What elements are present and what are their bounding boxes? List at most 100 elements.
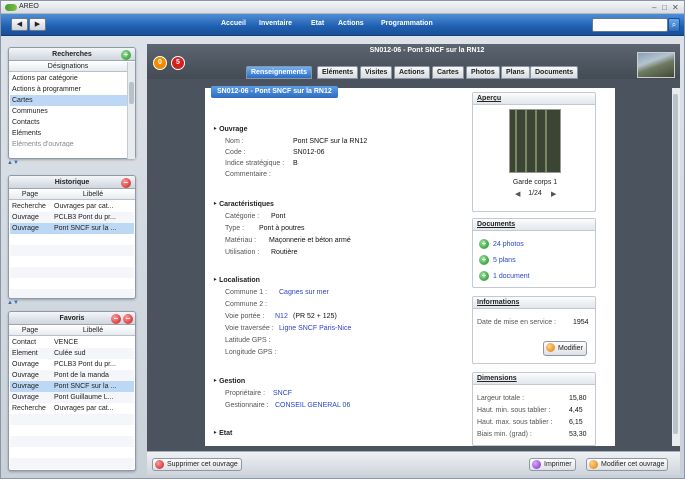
tab-visites[interactable]: Visites <box>360 66 393 79</box>
proprietaire-link[interactable]: SNCF <box>273 390 292 397</box>
app-title: AREO <box>19 3 39 10</box>
remove-icon[interactable]: − <box>111 314 121 324</box>
delete-ouvrage-button[interactable]: Supprimer cet ouvrage <box>152 458 242 471</box>
voie-traversee-label: Voie traversée : <box>225 325 274 332</box>
minimize-icon[interactable]: – <box>652 3 656 12</box>
list-item[interactable]: Communes <box>10 106 128 117</box>
collapse-arrow-icon[interactable]: ▲▼ <box>7 160 19 166</box>
commune1-link[interactable]: Cagnes sur mer <box>279 289 329 296</box>
table-row[interactable]: Contact VENCE <box>10 337 134 348</box>
tab-plans[interactable]: Plans <box>501 66 530 79</box>
voie-traversee-link[interactable]: Ligne SNCF Paris-Nice <box>279 325 351 332</box>
remove-all-icon[interactable]: − <box>123 314 133 324</box>
badge-orange[interactable]: 0 <box>153 56 167 70</box>
historique-panel: Historique − Page Libellé Recherche Ouvra… <box>8 175 136 299</box>
gestionnaire-link[interactable]: CONSEIL GENERAL 06 <box>275 402 350 409</box>
column-header-page[interactable]: Page <box>9 190 51 200</box>
record-view: 0 5 SN012-06 - Pont SNCF sur la RN12 Ren… <box>147 44 680 475</box>
tab-elements[interactable]: Eléments <box>317 66 359 79</box>
tab-documents[interactable]: Documents <box>530 66 579 79</box>
column-header-designations[interactable]: Désignations <box>9 62 127 72</box>
add-icon[interactable]: + <box>121 50 131 60</box>
apercu-box: Aperçu Garde corps 1 ◀ 1/24 ▶ <box>472 92 596 212</box>
table-row[interactable]: Element Culée sud <box>10 348 134 359</box>
nav-inventaire[interactable]: Inventaire <box>259 20 292 27</box>
list-item[interactable]: Actions à programmer <box>10 84 128 95</box>
table-row[interactable]: Ouvrage Pont Guillaume L... <box>10 392 134 403</box>
photos-link[interactable]: 24 photos <box>493 241 524 248</box>
table-row[interactable]: Recherche Ouvrages par cat... <box>10 201 134 212</box>
informations-heading: Informations <box>473 297 595 309</box>
back-button[interactable]: ◀ <box>11 18 28 31</box>
empty-rows <box>10 414 134 470</box>
informations-box: Informations Date de mise en service : 1… <box>472 296 596 364</box>
nav-programmation[interactable]: Programmation <box>381 20 433 27</box>
historique-title: Historique <box>9 176 135 189</box>
indice-value: B <box>293 160 298 167</box>
table-row[interactable]: Ouvrage PCLB3 Pont du pr... <box>10 359 134 370</box>
list-item[interactable]: Contacts <box>10 117 128 128</box>
table-row[interactable]: Ouvrage Pont de la manda <box>10 370 134 381</box>
next-photo-icon[interactable]: ▶ <box>551 190 556 198</box>
proprietaire-label: Propriétaire : <box>225 390 266 397</box>
search-icon[interactable]: ⌕ <box>668 18 680 32</box>
list-item[interactable]: Eléments <box>10 128 128 139</box>
nom-value: Pont SNCF sur la RN12 <box>293 138 368 145</box>
nom-label: Nom : <box>225 138 244 145</box>
apercu-photo[interactable] <box>509 109 561 173</box>
close-icon[interactable]: ✕ <box>672 3 679 12</box>
column-header-libelle[interactable]: Libellé <box>51 326 135 336</box>
remove-icon[interactable]: − <box>121 178 131 188</box>
tab-renseignements[interactable]: Renseignements <box>246 66 313 79</box>
splitter[interactable]: ▲▼ <box>5 160 135 167</box>
plus-icon[interactable]: + <box>479 255 489 265</box>
empty-rows <box>10 234 134 298</box>
search-input[interactable] <box>592 18 668 32</box>
type-value: Pont à poutres <box>259 225 305 232</box>
forward-button[interactable]: ▶ <box>29 18 46 31</box>
tab-cartes[interactable]: Cartes <box>432 66 464 79</box>
list-item[interactable]: Actions par catégorie <box>10 73 128 84</box>
plus-icon[interactable]: + <box>479 239 489 249</box>
document-link[interactable]: 1 document <box>493 273 530 280</box>
code-label: Code : <box>225 149 246 156</box>
plans-link[interactable]: 5 plans <box>493 257 516 264</box>
table-row[interactable]: Ouvrage Pont SNCF sur la ... <box>10 381 134 392</box>
edit-icon <box>589 460 598 469</box>
column-header-page[interactable]: Page <box>9 326 51 336</box>
nav-etat[interactable]: Etat <box>311 20 324 27</box>
type-label: Type : <box>225 225 245 232</box>
voie-portee-pr: (PR 52 + 125) <box>293 313 337 320</box>
dimension-value: 15,80 <box>569 395 587 402</box>
table-row[interactable]: Ouvrage PCLB3 Pont du pr... <box>10 212 134 223</box>
list-item[interactable]: Cartes <box>10 95 128 106</box>
splitter[interactable]: ▲▼ <box>5 300 135 307</box>
tab-photos[interactable]: Photos <box>466 66 500 79</box>
collapse-arrow-icon[interactable]: ▲▼ <box>7 300 19 306</box>
column-header-libelle[interactable]: Libellé <box>51 190 135 200</box>
voie-portee-link[interactable]: N12 <box>275 313 288 320</box>
nav-actions[interactable]: Actions <box>338 20 364 27</box>
edit-icon <box>546 343 555 352</box>
content-scrollbar[interactable] <box>672 88 680 446</box>
renseignements-content: SN012-06 - Pont SNCF sur la RN12 ‣ Ouvra… <box>205 86 615 446</box>
modifier-informations-button[interactable]: Modifier <box>543 341 587 356</box>
table-row[interactable]: Recherche Ouvrages par cat... <box>10 403 134 414</box>
badge-red[interactable]: 5 <box>171 56 185 70</box>
title-bar: AREO – □ ✕ <box>1 1 684 14</box>
tab-actions[interactable]: Actions <box>394 66 430 79</box>
documents-box: Documents + 24 photos + 5 plans + 1 docu… <box>472 218 596 288</box>
print-icon <box>532 460 541 469</box>
plus-icon[interactable]: + <box>479 271 489 281</box>
list-item[interactable]: Eléments d'ouvrage <box>10 139 128 147</box>
nav-accueil[interactable]: Accueil <box>221 20 246 27</box>
maximize-icon[interactable]: □ <box>662 3 667 12</box>
edit-ouvrage-button[interactable]: Modifier cet ouvrage <box>586 458 669 471</box>
record-thumbnail[interactable] <box>637 52 675 78</box>
print-button[interactable]: Imprimer <box>529 458 576 471</box>
table-row[interactable]: Ouvrage Pont SNCF sur la ... <box>10 223 134 234</box>
commune2-label: Commune 2 : <box>225 301 268 308</box>
recherches-scrollbar[interactable] <box>127 62 135 159</box>
app-logo-icon <box>5 4 17 11</box>
section-localisation: ‣ Localisation <box>213 277 260 284</box>
